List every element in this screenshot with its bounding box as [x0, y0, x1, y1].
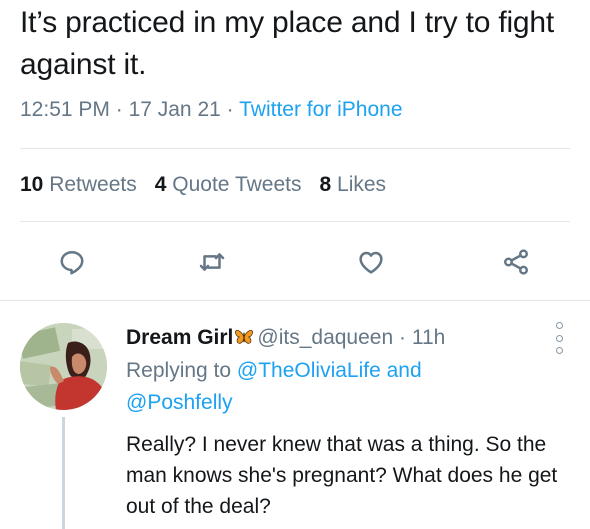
- share-button[interactable]: [496, 240, 536, 284]
- divider: [0, 300, 590, 301]
- tweet-text: It’s practiced in my place and I try to …: [20, 6, 555, 81]
- like-icon: [359, 251, 383, 274]
- reply-button[interactable]: [52, 240, 92, 284]
- reply-content: Dream Girl @its_daqueen · 11h Replying t…: [126, 323, 566, 522]
- reply-tweet[interactable]: Dream Girl @its_daqueen · 11h Replying t…: [0, 305, 590, 529]
- reply-display-name[interactable]: Dream Girl: [126, 326, 233, 349]
- reply-handle[interactable]: @its_daqueen: [257, 326, 393, 349]
- tweet-source-link[interactable]: Twitter for iPhone: [239, 98, 402, 121]
- thread-line: [62, 417, 65, 529]
- likes-stat[interactable]: 8 Likes: [319, 173, 386, 196]
- reply-time[interactable]: 11h: [412, 326, 445, 349]
- tweet-time: 12:51 PM: [20, 98, 110, 121]
- tweet-stats: 10 Retweets 4 Quote Tweets 8 Likes: [20, 173, 386, 197]
- tweet-meta: 12:51 PM · 17 Jan 21 · Twitter for iPhon…: [20, 98, 403, 122]
- meta-separator: ·: [109, 98, 129, 121]
- divider: [20, 221, 570, 222]
- reply-text: Really? I never knew that was a thing. S…: [126, 433, 558, 518]
- share-icon: [504, 249, 528, 275]
- retweet-button[interactable]: [192, 240, 232, 284]
- mention-link[interactable]: @TheOliviaLife: [237, 359, 381, 382]
- tweet-actions-bar: [0, 240, 590, 284]
- meta-separator: ·: [393, 326, 412, 349]
- mention-link[interactable]: @Poshfelly: [126, 391, 233, 414]
- more-dot: [555, 334, 563, 342]
- replying-to: Replying to @TheOliviaLife and @Poshfell…: [126, 355, 566, 419]
- like-button[interactable]: [351, 240, 391, 284]
- butterfly-icon: [235, 329, 254, 344]
- more-options-button[interactable]: [553, 322, 565, 354]
- meta-separator: ·: [220, 98, 240, 121]
- reply-header: Dream Girl @its_daqueen · 11h: [126, 323, 566, 353]
- avatar-image: [20, 323, 107, 410]
- retweets-stat[interactable]: 10 Retweets: [20, 173, 137, 196]
- divider: [20, 148, 570, 149]
- more-dot: [555, 347, 563, 354]
- retweet-icon: [199, 253, 225, 271]
- replying-and[interactable]: and: [381, 359, 422, 382]
- more-dot: [555, 322, 563, 329]
- replying-prefix: Replying to: [126, 359, 237, 382]
- reply-icon: [60, 251, 84, 275]
- avatar[interactable]: [20, 323, 107, 410]
- tweet-date: 17 Jan 21: [128, 98, 221, 121]
- quote-tweets-stat[interactable]: 4 Quote Tweets: [155, 173, 302, 196]
